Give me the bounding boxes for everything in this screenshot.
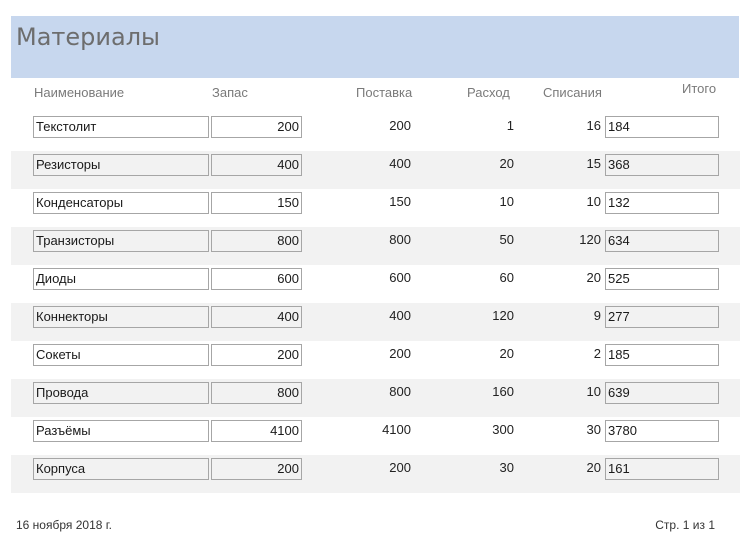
material-name-field[interactable]: Диоды — [33, 268, 209, 290]
footer-page-number: Стр. 1 из 1 — [655, 518, 715, 532]
stock-field[interactable]: 600 — [211, 268, 302, 290]
total-field[interactable]: 368 — [605, 154, 719, 176]
supply-value: 4100 — [382, 422, 411, 437]
writeoff-value: 15 — [586, 156, 601, 171]
report-header: Материалы — [11, 16, 739, 78]
total-field[interactable]: 161 — [605, 458, 719, 480]
supply-value: 800 — [389, 384, 411, 399]
table-row: Конденсаторы 150 150 10 10 132 — [11, 189, 740, 227]
stock-field[interactable]: 200 — [211, 458, 302, 480]
stock-field[interactable]: 400 — [211, 154, 302, 176]
table-row: Сокеты 200 200 20 2 185 — [11, 341, 740, 379]
usage-value: 1 — [506, 118, 514, 133]
total-field[interactable]: 634 — [605, 230, 719, 252]
stock-field[interactable]: 400 — [211, 306, 302, 328]
column-header-stock: Запас — [212, 85, 248, 100]
report-title: Материалы — [16, 23, 160, 51]
supply-value: 200 — [389, 118, 411, 133]
total-field[interactable]: 277 — [605, 306, 719, 328]
writeoff-value: 10 — [586, 384, 601, 399]
usage-value: 10 — [499, 194, 514, 209]
writeoff-value: 20 — [586, 270, 601, 285]
material-name-field[interactable]: Текстолит — [33, 116, 209, 138]
usage-value: 120 — [492, 308, 514, 323]
total-field[interactable]: 639 — [605, 382, 719, 404]
usage-value: 300 — [492, 422, 514, 437]
stock-field[interactable]: 150 — [211, 192, 302, 214]
usage-value: 160 — [492, 384, 514, 399]
usage-value: 20 — [499, 346, 514, 361]
writeoff-value: 9 — [593, 308, 601, 323]
material-name-field[interactable]: Разъёмы — [33, 420, 209, 442]
total-field[interactable]: 525 — [605, 268, 719, 290]
table-row: Корпуса 200 200 30 20 161 — [11, 455, 740, 493]
table-row: Транзисторы 800 800 50 120 634 — [11, 227, 740, 265]
supply-value: 150 — [389, 194, 411, 209]
usage-value: 30 — [499, 460, 514, 475]
usage-value: 60 — [499, 270, 514, 285]
supply-value: 600 — [389, 270, 411, 285]
table-row: Провода 800 800 160 10 639 — [11, 379, 740, 417]
writeoff-value: 10 — [586, 194, 601, 209]
total-field[interactable]: 3780 — [605, 420, 719, 442]
stock-field[interactable]: 200 — [211, 116, 302, 138]
writeoff-value: 30 — [586, 422, 601, 437]
material-name-field[interactable]: Резисторы — [33, 154, 209, 176]
supply-value: 200 — [389, 460, 411, 475]
table-row: Разъёмы 4100 4100 300 30 3780 — [11, 417, 740, 455]
footer-date: 16 ноября 2018 г. — [16, 518, 112, 532]
total-field[interactable]: 132 — [605, 192, 719, 214]
material-name-field[interactable]: Сокеты — [33, 344, 209, 366]
total-field[interactable]: 184 — [605, 116, 719, 138]
table-row: Резисторы 400 400 20 15 368 — [11, 151, 740, 189]
stock-field[interactable]: 800 — [211, 230, 302, 252]
table-row: Коннекторы 400 400 120 9 277 — [11, 303, 740, 341]
table-row: Диоды 600 600 60 20 525 — [11, 265, 740, 303]
supply-value: 400 — [389, 308, 411, 323]
usage-value: 20 — [499, 156, 514, 171]
column-header-writeoff: Списания — [543, 85, 602, 100]
stock-field[interactable]: 800 — [211, 382, 302, 404]
writeoff-value: 120 — [579, 232, 601, 247]
material-name-field[interactable]: Транзисторы — [33, 230, 209, 252]
writeoff-value: 2 — [593, 346, 601, 361]
table-row: Текстолит 200 200 1 16 184 — [11, 113, 740, 151]
supply-value: 400 — [389, 156, 411, 171]
column-header-usage: Расход — [467, 85, 510, 100]
writeoff-value: 16 — [586, 118, 601, 133]
supply-value: 200 — [389, 346, 411, 361]
column-header-total: Итого — [682, 81, 717, 96]
supply-value: 800 — [389, 232, 411, 247]
material-name-field[interactable]: Коннекторы — [33, 306, 209, 328]
material-name-field[interactable]: Конденсаторы — [33, 192, 209, 214]
stock-field[interactable]: 4100 — [211, 420, 302, 442]
stock-field[interactable]: 200 — [211, 344, 302, 366]
column-header-name: Наименование — [34, 85, 125, 100]
total-field[interactable]: 185 — [605, 344, 719, 366]
writeoff-value: 20 — [586, 460, 601, 475]
material-name-field[interactable]: Провода — [33, 382, 209, 404]
usage-value: 50 — [499, 232, 514, 247]
column-header-supply: Поставка — [356, 85, 413, 100]
material-name-field[interactable]: Корпуса — [33, 458, 209, 480]
